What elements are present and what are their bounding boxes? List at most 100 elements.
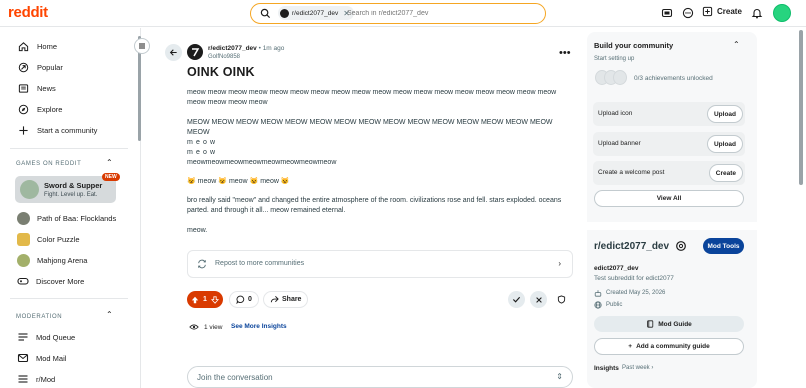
settings-gear-icon[interactable]: [675, 240, 687, 252]
repost-label: Repost to more communities: [215, 260, 305, 267]
create-post-button[interactable]: Create: [702, 6, 742, 17]
upvote-icon[interactable]: [191, 296, 199, 304]
mod-mail-label: Mod Mail: [36, 353, 67, 363]
insights-title: Insights: [594, 365, 619, 372]
post-paragraph: bro really said "meow" and changed the e…: [187, 197, 562, 214]
insights-period-select[interactable]: Past week ›: [622, 365, 653, 371]
right-panel: Build your community ⌃ Start setting up …: [587, 32, 757, 388]
divider: [10, 298, 128, 299]
nav-home-label: Home: [37, 42, 58, 51]
join-placeholder: Join the conversation: [197, 373, 273, 382]
game-item[interactable]: Color Puzzle: [17, 233, 80, 246]
game-icon: [17, 254, 30, 267]
share-icon: [270, 296, 279, 303]
nav-popular[interactable]: Popular: [18, 62, 63, 73]
community-handle: edict2077_dev: [594, 265, 639, 272]
back-button[interactable]: [165, 44, 182, 61]
post-time: • 1m ago: [258, 45, 285, 52]
r-mod[interactable]: r/Mod: [17, 373, 55, 385]
see-more-insights-link[interactable]: See More Insights: [231, 323, 287, 330]
downvote-icon[interactable]: [211, 295, 219, 304]
nav-explore[interactable]: Explore: [18, 104, 62, 115]
nav-explore-label: Explore: [37, 105, 63, 114]
create-label: Create: [717, 7, 742, 16]
mod-queue[interactable]: Mod Queue: [17, 331, 75, 343]
advertise-icon[interactable]: [661, 7, 673, 19]
upload-banner-button[interactable]: Upload: [706, 135, 743, 153]
views-count: 1 view: [204, 323, 223, 331]
book-icon: [647, 320, 654, 328]
nav-start-community-label: Start a community: [37, 126, 98, 135]
search-icon: [260, 8, 271, 19]
game-thumbnail: [20, 180, 39, 199]
search-input[interactable]: [347, 7, 537, 20]
vote-control[interactable]: 1: [187, 291, 223, 308]
community-name: r/edict2077_dev: [594, 241, 670, 252]
reddit-logo[interactable]: reddit: [8, 4, 48, 21]
setup-label: Start setting up: [594, 56, 635, 62]
achievement-badges: [595, 70, 627, 85]
explore-icon: [18, 104, 29, 115]
mod-tools-button[interactable]: Mod Tools: [703, 238, 744, 254]
view-all-button[interactable]: View All: [594, 190, 744, 207]
sort-toggle-icon[interactable]: ⇕: [556, 372, 563, 381]
game-item[interactable]: Path of Baa: Flocklands: [17, 212, 116, 225]
add-community-guide-button[interactable]: + Add a community guide: [594, 338, 744, 355]
game-tagline: Fight. Level up. Eat.: [44, 192, 98, 198]
comment-composer[interactable]: Join the conversation ⇕: [187, 366, 573, 388]
r-mod-label: r/Mod: [36, 374, 56, 384]
approve-button[interactable]: [508, 291, 525, 308]
cake-icon: [594, 290, 602, 297]
user-avatar[interactable]: [773, 4, 791, 22]
list-icon: [18, 375, 28, 383]
mod-mail[interactable]: Mod Mail: [17, 352, 66, 364]
globe-icon: [594, 301, 602, 309]
plus-icon: +: [628, 343, 633, 350]
post-author[interactable]: GolfNo9858: [208, 54, 240, 60]
game-item[interactable]: Mahjong Arena: [17, 254, 87, 267]
post-subreddit-link[interactable]: r/edict2077_dev: [208, 45, 257, 52]
panel-divider: [587, 222, 757, 230]
featured-game-card[interactable]: Sword & Supper Fight. Level up. Eat. NEW: [15, 173, 120, 203]
chat-icon[interactable]: [682, 7, 694, 19]
popular-icon: [18, 62, 29, 73]
page-scrollbar[interactable]: [799, 30, 803, 185]
subreddit-icon[interactable]: [187, 44, 203, 60]
remove-button[interactable]: [530, 291, 547, 308]
chevron-up-icon[interactable]: ⌃: [106, 158, 113, 167]
discover-more[interactable]: Discover More: [17, 275, 84, 287]
collapse-sidebar-button[interactable]: [134, 38, 150, 54]
search-scope-chip[interactable]: r/edict2077_dev ✕: [278, 6, 354, 20]
notification-bell-icon[interactable]: [751, 7, 763, 19]
eye-icon: [189, 324, 199, 330]
nav-home[interactable]: Home: [18, 41, 57, 52]
repost-button[interactable]: Repost to more communities ›: [187, 250, 573, 278]
task-upload-icon: Upload icon Upload: [593, 102, 745, 126]
nav-news[interactable]: News: [18, 83, 56, 94]
nav-start-community[interactable]: Start a community: [18, 125, 97, 136]
task-label: Create a welcome post: [598, 169, 665, 176]
task-label: Upload icon: [598, 110, 633, 117]
game-icon: [17, 233, 30, 246]
post-paragraph: meow meow meow meow meow meow meow meow …: [187, 89, 557, 106]
mod-guide-button[interactable]: Mod Guide: [594, 316, 744, 332]
community-description: Test subreddit for edict2077: [594, 275, 674, 282]
game-label: Color Puzzle: [37, 235, 80, 244]
create-welcome-post-button[interactable]: Create: [708, 164, 743, 182]
post-paragraph: m e o w: [187, 139, 216, 146]
comments-button[interactable]: 0: [229, 291, 259, 308]
more-options-icon[interactable]: •••: [559, 47, 571, 59]
task-upload-banner: Upload banner Upload: [593, 132, 745, 156]
comment-icon: [236, 295, 245, 304]
upload-icon-button[interactable]: Upload: [706, 105, 743, 123]
repost-icon: [198, 259, 206, 269]
search-bar[interactable]: r/edict2077_dev ✕: [250, 3, 546, 24]
chevron-up-icon[interactable]: ⌃: [733, 40, 740, 49]
post-paragraph: meow.: [187, 227, 208, 234]
post-paragraph: meowmeowmeowmeowmeowmeowmeowmeow: [187, 159, 337, 166]
created-date: Created May 25, 2026: [594, 289, 665, 297]
chevron-right-icon: ›: [651, 365, 654, 371]
mod-shield-button[interactable]: [553, 291, 570, 308]
share-button[interactable]: Share: [263, 291, 309, 308]
chevron-up-icon[interactable]: ⌃: [106, 310, 113, 319]
